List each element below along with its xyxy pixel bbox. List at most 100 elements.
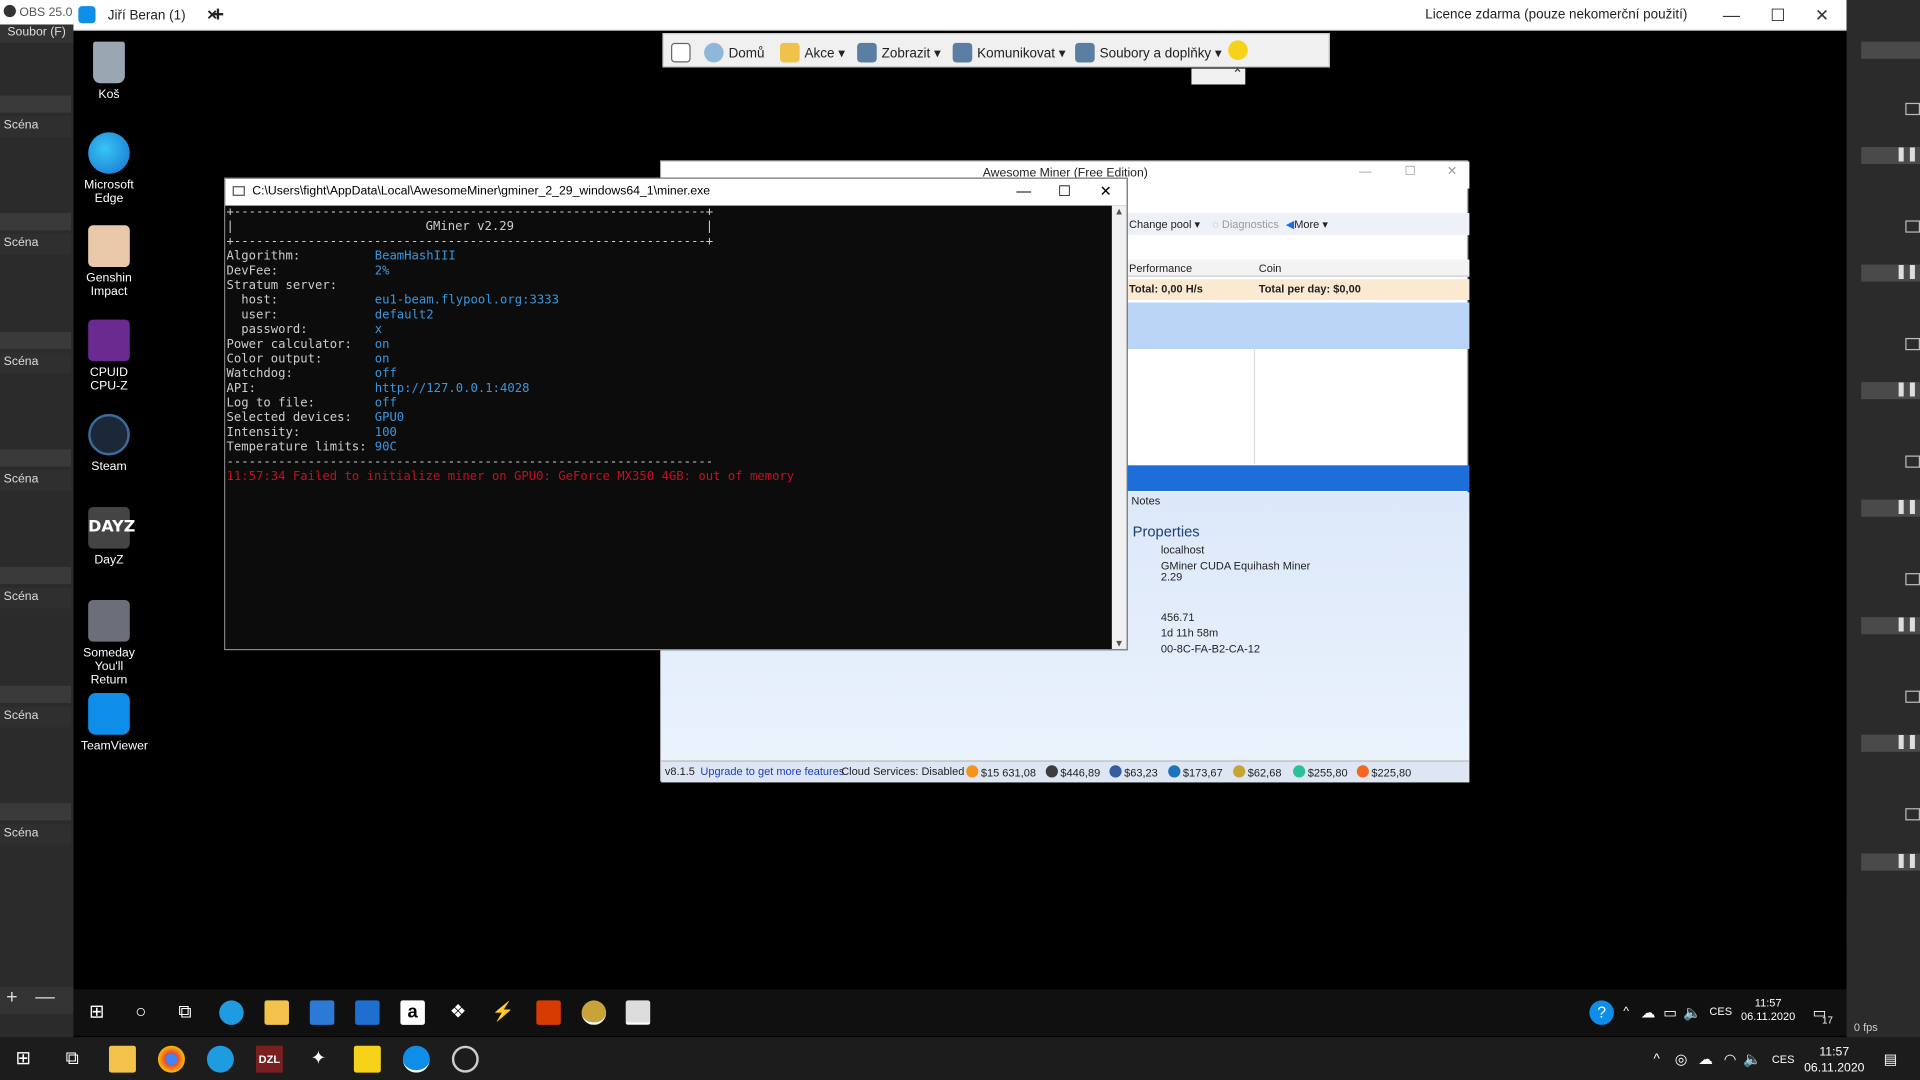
desktop-icon-steam[interactable]: Steam [81,413,137,474]
mail-icon[interactable] [355,1000,380,1025]
obs-config-icon[interactable] [1905,573,1920,586]
obs-config-icon[interactable] [1905,690,1920,703]
windows-start-icon[interactable]: ⊞ [84,1000,108,1024]
sticky-notes-icon[interactable] [353,1045,381,1073]
app-icon[interactable]: ✦ [305,1046,332,1073]
pause-icon[interactable]: ❚❚ [1896,852,1920,868]
dazn-icon[interactable]: DZL [255,1045,283,1073]
desktop-icon-edge[interactable]: Microsoft Edge [81,132,137,206]
chrome-icon[interactable] [157,1045,185,1073]
clock[interactable]: 11:57 06.11.2020 [1802,1044,1866,1076]
obs-config-icon[interactable] [1905,337,1920,351]
language-indicator[interactable]: CES [1772,1053,1795,1066]
diagnostics-button[interactable]: ◌ Diagnostics [1212,218,1279,230]
clock[interactable]: 11:57 06.11.2020 [1739,997,1798,1024]
onedrive-icon[interactable]: ☁ [1636,1000,1660,1024]
desktop-icon-genshin[interactable]: Genshin Impact [81,225,137,299]
minimize-button[interactable]: — [1016,182,1031,199]
actions-menu[interactable]: Akce ▾ [780,42,845,63]
close-button[interactable]: ✕ [1447,165,1457,178]
search-icon[interactable]: ○ [129,1000,153,1024]
maximize-button[interactable]: ☐ [1058,182,1071,199]
minimize-button[interactable]: — [1709,0,1753,31]
desktop-icon-dayz[interactable]: DAYZ DayZ [81,506,137,567]
task-view-icon[interactable]: ⧉ [59,1046,86,1073]
teamviewer-taskbar-icon[interactable] [402,1045,430,1073]
change-pool-button[interactable]: Change pool ▾ [1129,218,1200,231]
toolbar-collapse-controls[interactable]: ⌃ [1191,66,1246,85]
console-scrollbar[interactable]: ▲ ▼ [1111,205,1127,649]
column-coin[interactable]: Coin [1259,262,1282,274]
lightning-app-icon[interactable]: ⚡ [491,1000,515,1024]
pause-icon[interactable]: ❚❚ [1896,733,1920,750]
selected-miner-row[interactable] [1126,302,1470,349]
console-taskbar-icon[interactable] [625,1000,651,1025]
tray-chevron-icon[interactable]: ^ [1643,1046,1670,1073]
desktop-icon-someday[interactable]: Someday You'll Return [81,600,137,687]
tab-notes[interactable]: Notes [1131,495,1160,507]
network-icon[interactable]: ▭ [1658,1000,1682,1024]
awesome-miner-taskbar-icon[interactable] [581,1000,607,1025]
feedback-smiley-icon[interactable] [1228,40,1248,61]
pause-icon[interactable]: ❚❚ [1896,263,1920,279]
onedrive-icon[interactable]: ☁ [1692,1046,1719,1073]
windows-start-icon[interactable]: ⊞ [10,1046,37,1073]
edge-icon[interactable] [206,1045,234,1073]
close-button[interactable]: ✕ [1800,0,1844,31]
obs-scene-label[interactable]: Scéna [0,824,72,845]
store-icon[interactable] [309,1000,335,1025]
obs-config-icon[interactable] [1905,102,1920,116]
task-view-icon[interactable]: ⧉ [173,1000,197,1024]
help-icon[interactable]: ? [1589,1000,1614,1025]
obs-scene-label[interactable]: Scéna [0,706,72,728]
desktop-icon-recycle-bin[interactable]: Koš [81,41,137,102]
obs-scene-label[interactable]: Scéna [0,233,72,255]
maximize-button[interactable]: ☐ [1756,0,1800,31]
obs-menu-file[interactable]: Soubor (F) [0,24,76,43]
obs-taskbar-icon[interactable] [451,1045,479,1073]
scroll-down-icon[interactable]: ▼ [1114,638,1124,649]
new-tab-button[interactable]: + [212,2,224,26]
pause-icon[interactable]: ❚❚ [1896,616,1920,632]
file-explorer-icon[interactable] [108,1045,136,1073]
obs-config-icon[interactable] [1905,220,1920,233]
minimize-button[interactable]: — [1359,165,1371,178]
tab-remote-session[interactable]: Jiří Beran (1) ✕ [98,4,228,28]
obs-scene-label[interactable]: Scéna [0,470,72,492]
file-explorer-icon[interactable] [264,1000,289,1025]
edge-icon[interactable] [219,1000,244,1025]
action-center-icon[interactable]: ▤ [1877,1046,1904,1073]
remove-scene-button[interactable]: — [35,987,55,1008]
add-scene-button[interactable]: + [6,987,17,1008]
obs-config-icon[interactable] [1905,808,1920,821]
view-menu[interactable]: Zobrazit ▾ [857,42,941,63]
maximize-button[interactable]: ☐ [1405,165,1416,178]
close-button[interactable]: ✕ [1100,182,1112,199]
obs-scene-label[interactable]: Scéna [0,352,72,374]
amazon-icon[interactable]: a [400,1000,425,1025]
console-output[interactable]: +---------------------------------------… [225,205,1112,649]
scroll-up-icon[interactable]: ▲ [1114,206,1124,217]
files-menu[interactable]: Soubory a doplňky ▾ [1075,42,1222,63]
upgrade-link[interactable]: Upgrade to get more features [700,765,844,777]
volume-icon[interactable]: 🔈 [1680,1000,1704,1024]
office-icon[interactable] [536,1000,561,1025]
pause-icon[interactable]: ❚❚ [1896,146,1920,162]
tray-chevron-icon[interactable]: ^ [1614,1000,1638,1024]
pause-icon[interactable]: ❚❚ [1896,498,1920,515]
home-button[interactable]: Domů [704,42,765,63]
pause-icon[interactable]: ❚❚ [1896,381,1920,397]
obs-config-icon[interactable] [1905,455,1920,468]
dropbox-icon[interactable]: ❖ [446,1000,470,1024]
volume-icon[interactable]: 🔈 [1739,1046,1766,1073]
desktop-icon-teamviewer[interactable]: TeamViewer [81,693,148,753]
communicate-menu[interactable]: Komunikovat ▾ [952,42,1066,63]
obs-scene-label[interactable]: Scéna [0,587,72,609]
obs-scene-label[interactable]: Scéna [0,116,72,138]
desktop-icon-cpuz[interactable]: CPUID CPU-Z [81,319,137,393]
column-performance[interactable]: Performance [1129,262,1192,274]
close-session-button[interactable] [671,42,695,63]
update-icon[interactable]: ◎ [1668,1046,1695,1073]
collapse-toolbar-icon[interactable]: ⌃ [1232,66,1243,82]
language-indicator[interactable]: CES [1709,1005,1732,1018]
